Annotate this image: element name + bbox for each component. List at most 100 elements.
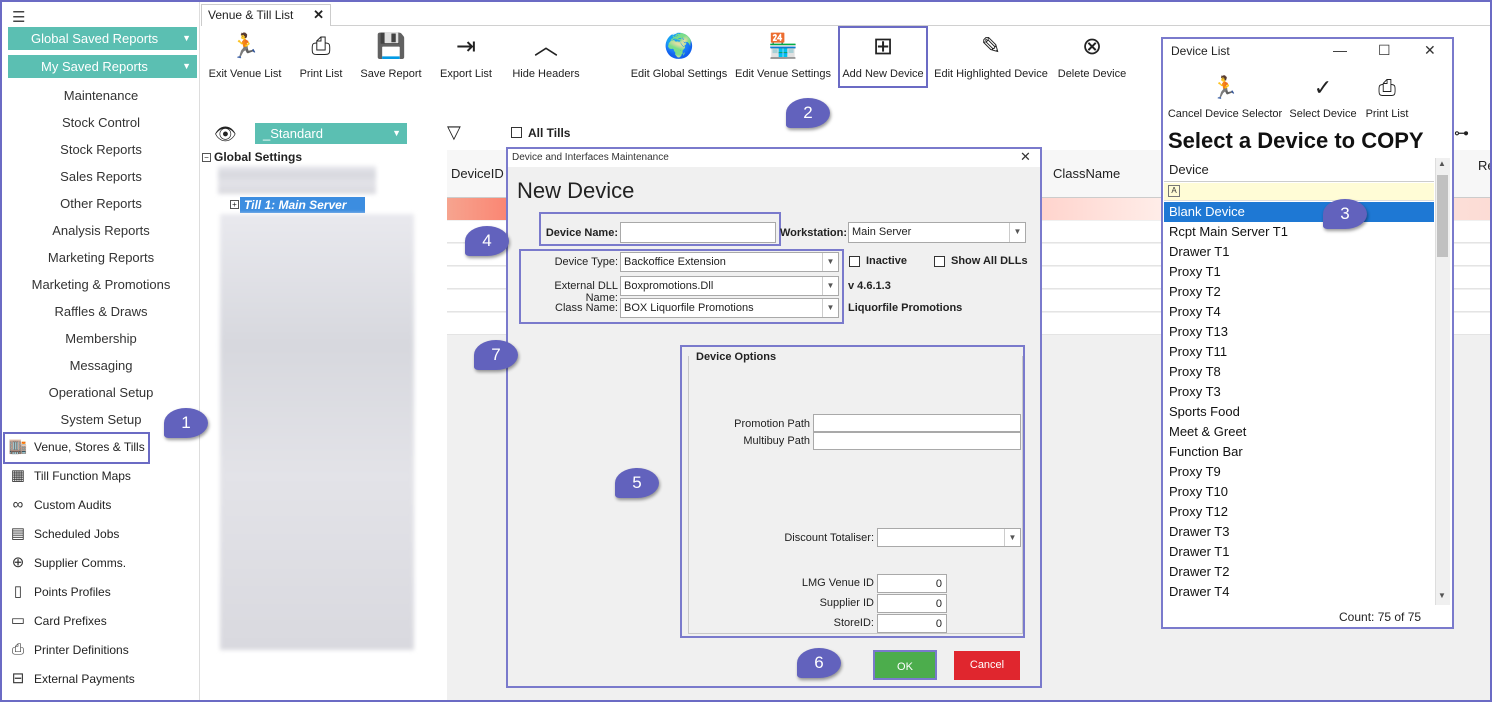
tree-root-global-settings[interactable]: Global Settings: [214, 150, 302, 164]
show-all-dlls-checkbox[interactable]: [934, 256, 945, 267]
minimize-icon[interactable]: —: [1333, 42, 1347, 58]
list-item[interactable]: Drawer T2: [1164, 562, 1434, 582]
edit-venue-settings-button[interactable]: 🏪 Edit Venue Settings: [734, 32, 832, 80]
hide-headers-button[interactable]: ︿ Hide Headers: [508, 32, 584, 80]
scroll-down-icon[interactable]: ▼: [1438, 591, 1446, 600]
list-item[interactable]: Proxy T2: [1164, 282, 1434, 302]
cancel-button[interactable]: Cancel: [954, 651, 1020, 680]
list-item-selected[interactable]: Blank Device: [1164, 202, 1434, 222]
column-device[interactable]: Device: [1164, 158, 1434, 182]
sidebar-item-label: Scheduled Jobs: [34, 527, 120, 541]
device-filter-row[interactable]: A: [1164, 183, 1434, 201]
list-item[interactable]: Proxy T8: [1164, 362, 1434, 382]
sidebar-item-supplier-comms[interactable]: ⊕ Supplier Comms.: [6, 551, 200, 575]
print-list-button[interactable]: ⎙ Print List: [292, 32, 350, 80]
tab-venue-till-list[interactable]: Venue & Till List ✕: [201, 4, 331, 26]
list-item[interactable]: Proxy T9: [1164, 462, 1434, 482]
store-id-input[interactable]: 0: [877, 614, 947, 633]
external-dll-select[interactable]: Boxpromotions.Dll ▼: [620, 276, 839, 296]
cancel-device-selector-button[interactable]: 🏃 Cancel Device Selector: [1167, 74, 1283, 120]
inactive-checkbox[interactable]: [849, 256, 860, 267]
supplier-id-input[interactable]: 0: [877, 594, 947, 613]
sidebar-item-marketing-promotions[interactable]: Marketing & Promotions: [2, 275, 200, 295]
lmg-venue-id-input[interactable]: 0: [877, 574, 947, 593]
column-re[interactable]: Re: [1478, 158, 1492, 173]
sidebar-item-points-profiles[interactable]: ▯ Points Profiles: [6, 580, 200, 604]
multibuy-path-input[interactable]: [813, 432, 1021, 450]
list-item[interactable]: Proxy T1: [1164, 262, 1434, 282]
sidebar-item-marketing-reports[interactable]: Marketing Reports: [2, 248, 200, 268]
sidebar-item-card-prefixes[interactable]: ▭ Card Prefixes: [6, 609, 200, 633]
add-new-device-button[interactable]: ⊞ Add New Device: [840, 32, 926, 80]
sidebar-item-other-reports[interactable]: Other Reports: [2, 194, 200, 214]
close-icon[interactable]: ✕: [1424, 42, 1436, 59]
sidebar-item-operational-setup[interactable]: Operational Setup: [2, 383, 200, 403]
sidebar-item-maintenance[interactable]: Maintenance: [2, 86, 200, 106]
sidebar-item-stock-control[interactable]: Stock Control: [2, 113, 200, 133]
report-layout-select[interactable]: _Standard ▼: [255, 123, 407, 144]
sidebar-item-scheduled-jobs[interactable]: ▤ Scheduled Jobs: [6, 522, 200, 546]
list-item[interactable]: Sports Food: [1164, 402, 1434, 422]
discount-totaliser-select[interactable]: ▼: [877, 528, 1021, 547]
column-device-id[interactable]: DeviceID: [451, 166, 504, 181]
save-report-button[interactable]: 💾 Save Report: [358, 32, 424, 80]
all-tills-checkbox[interactable]: [511, 127, 522, 138]
sidebar-item-till-function-maps[interactable]: ▦ Till Function Maps: [6, 464, 200, 488]
export-list-button[interactable]: ⇥ Export List: [436, 32, 496, 80]
toolbar-label: Edit Venue Settings: [734, 68, 831, 80]
print-device-list-button[interactable]: ⎙ Print List: [1363, 74, 1411, 120]
sidebar-item-custom-audits[interactable]: ∞ Custom Audits: [6, 493, 200, 517]
tool-label: Print List: [1365, 108, 1409, 120]
collapse-icon[interactable]: −: [202, 153, 211, 162]
list-item[interactable]: Proxy T4: [1164, 302, 1434, 322]
toolbar-label: Save Report: [360, 68, 422, 80]
exit-venue-list-button[interactable]: 🏃 Exit Venue List: [206, 32, 284, 80]
device-type-select[interactable]: Backoffice Extension ▼: [620, 252, 839, 272]
hamburger-menu-icon[interactable]: ☰: [12, 8, 25, 26]
global-saved-reports-dropdown[interactable]: Global Saved Reports ▼: [8, 27, 197, 50]
list-item[interactable]: Drawer T1: [1164, 542, 1434, 562]
edit-global-settings-button[interactable]: 🌍 Edit Global Settings: [628, 32, 730, 80]
list-item[interactable]: Proxy T10: [1164, 482, 1434, 502]
list-item[interactable]: Meet & Greet: [1164, 422, 1434, 442]
tree-node-till-1[interactable]: Till 1: Main Server: [240, 197, 365, 213]
text-filter-icon: A: [1168, 185, 1180, 197]
scroll-up-icon[interactable]: ▲: [1438, 159, 1446, 168]
column-class-name[interactable]: ClassName: [1053, 166, 1120, 181]
promotion-path-input[interactable]: [813, 414, 1021, 432]
list-item[interactable]: Proxy T13: [1164, 322, 1434, 342]
list-item[interactable]: Rcpt Main Server T1: [1164, 222, 1434, 242]
list-item[interactable]: Proxy T3: [1164, 382, 1434, 402]
list-item[interactable]: Function Bar: [1164, 442, 1434, 462]
list-item[interactable]: Proxy T11: [1164, 342, 1434, 362]
sidebar-item-printer-definitions[interactable]: ⎙ Printer Definitions: [6, 638, 200, 662]
sidebar-item-sales-reports[interactable]: Sales Reports: [2, 167, 200, 187]
select-device-button[interactable]: ✓ Select Device: [1288, 74, 1358, 120]
sidebar-item-messaging[interactable]: Messaging: [2, 356, 200, 376]
maximize-icon[interactable]: ☐: [1378, 42, 1391, 59]
list-item[interactable]: Drawer T3: [1164, 522, 1434, 542]
sidebar-item-analysis-reports[interactable]: Analysis Reports: [2, 221, 200, 241]
sidebar-item-stock-reports[interactable]: Stock Reports: [2, 140, 200, 160]
close-icon[interactable]: ✕: [313, 5, 324, 25]
close-icon[interactable]: ✕: [1020, 149, 1031, 165]
class-name-select[interactable]: BOX Liquorfile Promotions ▼: [620, 298, 839, 318]
list-item[interactable]: Drawer T1: [1164, 242, 1434, 262]
list-item[interactable]: Drawer T4: [1164, 582, 1434, 602]
my-saved-reports-dropdown[interactable]: My Saved Reports ▼: [8, 55, 197, 78]
sidebar-item-membership[interactable]: Membership: [2, 329, 200, 349]
workstation-select[interactable]: Main Server ▼: [848, 222, 1026, 243]
device-name-input[interactable]: [620, 222, 776, 243]
sidebar-item-raffles-draws[interactable]: Raffles & Draws: [2, 302, 200, 322]
scroll-thumb[interactable]: [1437, 175, 1448, 257]
list-item[interactable]: Proxy T12: [1164, 502, 1434, 522]
delete-device-button[interactable]: ⊗ Delete Device: [1056, 32, 1128, 80]
eye-icon[interactable]: 👁: [214, 124, 237, 145]
sidebar-item-venue-stores-tills[interactable]: 🏬 Venue, Stores & Tills: [6, 435, 200, 459]
sidebar-item-external-payments[interactable]: ⊟ External Payments: [6, 667, 200, 691]
edit-highlighted-device-button[interactable]: ✎ Edit Highlighted Device: [931, 32, 1051, 80]
expand-icon[interactable]: +: [230, 200, 239, 209]
ok-button[interactable]: OK: [873, 650, 937, 680]
column-chooser-icon[interactable]: ⊶: [1454, 124, 1469, 142]
filter-icon[interactable]: ▽: [447, 122, 461, 143]
